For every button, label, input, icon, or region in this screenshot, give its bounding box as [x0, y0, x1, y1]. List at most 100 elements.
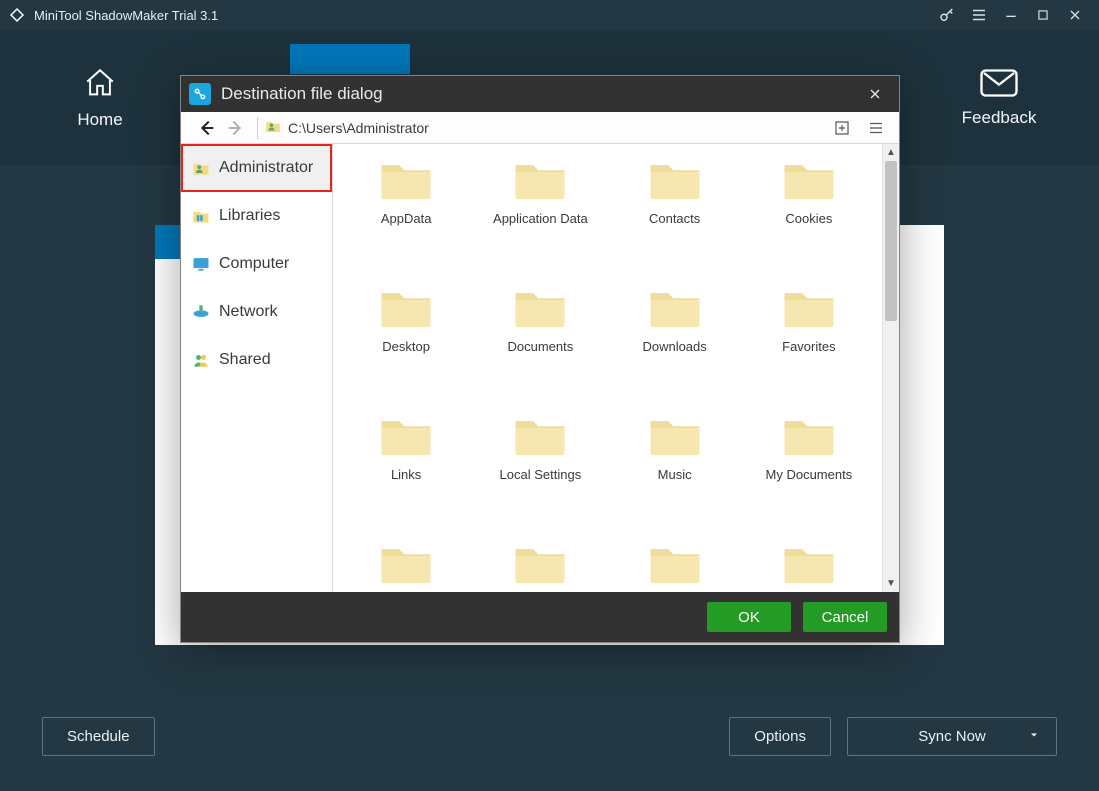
close-button[interactable]: [1059, 1, 1091, 29]
view-list-button[interactable]: [863, 116, 889, 140]
scroll-thumb[interactable]: [885, 161, 897, 321]
key-icon[interactable]: [931, 1, 963, 29]
user-folder-icon: [191, 158, 211, 178]
network-icon: [191, 302, 211, 322]
menu-icon[interactable]: [963, 1, 995, 29]
scroll-up-button[interactable]: ▲: [883, 144, 899, 161]
sidebar-item-label: Computer: [219, 255, 289, 273]
folder-icon: [512, 412, 568, 461]
folder-item[interactable]: Links: [343, 412, 469, 530]
sidebar-item-shared[interactable]: Shared: [181, 336, 332, 384]
sidebar-item-label: Network: [219, 303, 278, 321]
cancel-button[interactable]: Cancel: [803, 602, 887, 632]
dialog-icon: [189, 83, 211, 105]
nav-active-indicator: [290, 44, 410, 74]
dialog-title: Destination file dialog: [221, 84, 383, 104]
folder-icon: [647, 540, 703, 589]
scroll-down-button[interactable]: ▼: [883, 575, 899, 592]
dialog-body: Administrator Libraries Computer Network Sha…: [181, 144, 899, 592]
sync-now-button[interactable]: Sync Now: [847, 717, 1057, 756]
folder-item[interactable]: My Documents: [746, 412, 872, 530]
folder-item[interactable]: Cookies: [746, 156, 872, 274]
sidebar-item-label: Shared: [219, 351, 271, 369]
nav-feedback[interactable]: Feedback: [929, 68, 1069, 128]
maximize-button[interactable]: [1027, 1, 1059, 29]
folder-item[interactable]: Documents: [477, 284, 603, 402]
folder-label: AppData: [346, 211, 466, 226]
folder-item[interactable]: [477, 540, 603, 592]
folder-icon: [647, 412, 703, 461]
sidebar-item-label: Libraries: [219, 207, 280, 225]
folder-area: AppData Application Data Contacts Cookies De…: [333, 144, 899, 592]
schedule-button[interactable]: Schedule: [42, 717, 155, 756]
sync-now-label: Sync Now: [918, 728, 986, 745]
folder-icon: [781, 156, 837, 205]
folder-item[interactable]: Contacts: [612, 156, 738, 274]
folder-label: Favorites: [749, 339, 869, 354]
ok-button[interactable]: OK: [707, 602, 791, 632]
forward-button[interactable]: [221, 114, 251, 142]
folder-icon: [781, 540, 837, 589]
folder-icon: [512, 284, 568, 333]
folder-label: Links: [346, 467, 466, 482]
nav-home[interactable]: Home: [30, 66, 170, 130]
folder-icon: [781, 284, 837, 333]
folder-item[interactable]: [343, 540, 469, 592]
folder-icon: [647, 156, 703, 205]
path-text: C:\Users\Administrator: [288, 120, 429, 136]
folder-item[interactable]: [746, 540, 872, 592]
sidebar-item-network[interactable]: Network: [181, 288, 332, 336]
folder-item[interactable]: Music: [612, 412, 738, 530]
dialog-footer: OK Cancel: [181, 592, 899, 642]
sidebar-item-libraries[interactable]: Libraries: [181, 192, 332, 240]
sidebar-item-label: Administrator: [219, 159, 313, 177]
folder-icon: [378, 540, 434, 589]
dialog-titlebar: Destination file dialog: [181, 76, 899, 112]
folder-grid: AppData Application Data Contacts Cookies De…: [333, 144, 882, 592]
folder-icon: [647, 284, 703, 333]
folder-icon: [781, 412, 837, 461]
folder-label: Application Data: [480, 211, 600, 226]
folder-icon: [512, 156, 568, 205]
chevron-down-icon: [1028, 728, 1040, 745]
folder-item[interactable]: Application Data: [477, 156, 603, 274]
folder-icon: [378, 156, 434, 205]
dialog-sidebar: Administrator Libraries Computer Network Sha…: [181, 144, 333, 592]
scrollbar[interactable]: ▲ ▼: [882, 144, 899, 592]
separator: [257, 117, 258, 139]
footer: Schedule Options Sync Now: [0, 681, 1099, 791]
minimize-button[interactable]: [995, 1, 1027, 29]
sidebar-item-computer[interactable]: Computer: [181, 240, 332, 288]
back-button[interactable]: [191, 114, 221, 142]
titlebar: MiniTool ShadowMaker Trial 3.1: [0, 0, 1099, 30]
shared-icon: [191, 350, 211, 370]
options-button[interactable]: Options: [729, 717, 831, 756]
folder-label: My Documents: [749, 467, 869, 482]
user-folder-icon: [264, 117, 282, 138]
folder-label: Local Settings: [480, 467, 600, 482]
new-folder-button[interactable]: [829, 116, 855, 140]
folder-item[interactable]: Favorites: [746, 284, 872, 402]
app-title: MiniTool ShadowMaker Trial 3.1: [34, 8, 218, 23]
dialog-close-button[interactable]: [861, 80, 889, 108]
folder-item[interactable]: Desktop: [343, 284, 469, 402]
folder-label: Cookies: [749, 211, 869, 226]
nav-home-label: Home: [77, 110, 122, 130]
folder-label: Documents: [480, 339, 600, 354]
nav-feedback-label: Feedback: [962, 108, 1037, 128]
dialog-toolbar: C:\Users\Administrator: [181, 112, 899, 144]
folder-icon: [512, 540, 568, 589]
folder-icon: [378, 412, 434, 461]
folder-item[interactable]: Local Settings: [477, 412, 603, 530]
folder-label: Desktop: [346, 339, 466, 354]
folder-label: Downloads: [615, 339, 735, 354]
path-bar[interactable]: C:\Users\Administrator: [264, 117, 429, 138]
destination-dialog: Destination file dialog C:\Users\Adminis…: [180, 75, 900, 643]
sidebar-item-administrator[interactable]: Administrator: [181, 144, 332, 192]
folder-item[interactable]: [612, 540, 738, 592]
folder-item[interactable]: AppData: [343, 156, 469, 274]
folder-item[interactable]: Downloads: [612, 284, 738, 402]
folder-label: Contacts: [615, 211, 735, 226]
computer-icon: [191, 254, 211, 274]
folder-icon: [378, 284, 434, 333]
